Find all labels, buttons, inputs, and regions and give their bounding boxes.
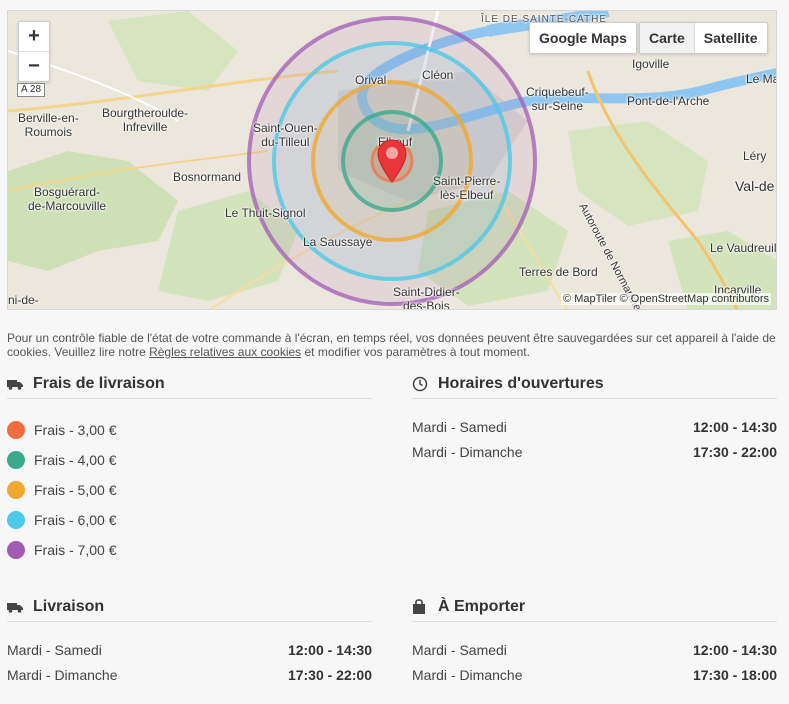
zone-color-dot — [7, 421, 25, 439]
hours-row: Mardi - Dimanche 17:30 - 18:00 — [412, 663, 777, 688]
delivery-zone-map[interactable]: ÎLE DE SAINTE-CATHE Igoville Le Manc Ber… — [7, 10, 777, 310]
zoom-control: + − — [18, 21, 50, 82]
place-label: La Saussaye — [303, 235, 373, 249]
hours-row: Mardi - Samedi 12:00 - 14:30 — [7, 638, 372, 663]
hours-row: Mardi - Samedi 12:00 - 14:30 — [412, 638, 777, 663]
map-attribution: © MapTiler © OpenStreetMap contributors — [561, 293, 771, 305]
opening-hours-title: Horaires d'ouvertures — [412, 370, 777, 399]
legend-label: Frais - 5,00 € — [34, 482, 117, 498]
legend-item: Frais - 7,00 € — [7, 535, 372, 565]
legend-label: Frais - 7,00 € — [34, 542, 117, 558]
truck-icon — [7, 599, 23, 615]
hours-days: Mardi - Samedi — [412, 419, 507, 435]
hours-time: 12:00 - 14:30 — [692, 419, 777, 435]
legend-item: Frais - 4,00 € — [7, 445, 372, 475]
hours-days: Mardi - Samedi — [7, 642, 102, 658]
place-label: Saint-Ouen- du-Tilleul — [253, 121, 318, 149]
zone-color-dot — [7, 451, 25, 469]
place-label: Bosguérard- de-Marcouville — [28, 185, 107, 213]
opening-hours-title-label: Horaires d'ouvertures — [438, 375, 604, 392]
clock-icon — [412, 376, 428, 392]
delivery-fees-title-label: Frais de livraison — [33, 375, 165, 392]
hours-days: Mardi - Dimanche — [412, 444, 523, 460]
place-label: Cléon — [422, 68, 454, 82]
hours-row: Mardi - Dimanche 17:30 - 22:00 — [7, 663, 372, 688]
legend-label: Frais - 6,00 € — [34, 512, 117, 528]
legend-item: Frais - 5,00 € — [7, 475, 372, 505]
delivery-hours-section: Livraison Mardi - Samedi 12:00 - 14:30 Ma… — [7, 593, 372, 688]
cookie-notice: Pour un contrôle fiable de l'état de vot… — [7, 331, 782, 359]
place-label: Terres de Bord — [519, 265, 598, 279]
legend-item: Frais - 3,00 € — [7, 415, 372, 445]
hours-time: 17:30 - 22:00 — [287, 667, 372, 683]
hours-time: 17:30 - 22:00 — [692, 444, 777, 460]
place-label: Le Thuit-Signol — [225, 206, 306, 220]
place-label: Bourgtheroulde- Infreville — [102, 106, 189, 134]
hours-days: Mardi - Dimanche — [7, 667, 118, 683]
place-label: Le Vaudreuil — [710, 241, 777, 255]
place-label: Orival — [355, 73, 387, 87]
truck-icon — [7, 376, 23, 392]
cookie-text-after: et modifier vos paramètres à tout moment… — [301, 345, 530, 359]
delivery-fees-section: Frais de livraison Frais - 3,00 € Frais … — [7, 370, 372, 565]
shopping-bag-icon — [412, 599, 428, 615]
map-type-carte-button[interactable]: Carte — [640, 23, 694, 53]
road-shield: A 28 — [17, 83, 46, 97]
location-pin-icon[interactable] — [377, 139, 407, 183]
hours-days: Mardi - Dimanche — [412, 667, 523, 683]
place-label: Criquebeuf- sur-Seine — [526, 85, 589, 113]
cookie-policy-link[interactable]: Règles relatives aux cookies — [149, 345, 301, 359]
zone-color-dot — [7, 541, 25, 559]
takeaway-hours-title-label: À Emporter — [438, 598, 526, 615]
place-label: Saint-Didier- des-Bois — [393, 285, 460, 310]
zone-color-dot — [7, 481, 25, 499]
delivery-fees-legend: Frais - 3,00 € Frais - 4,00 € Frais - 5,… — [7, 415, 372, 565]
hours-row: Mardi - Samedi 12:00 - 14:30 — [412, 415, 777, 440]
map-type-toggle: Carte Satellite — [639, 22, 768, 54]
zone-color-dot — [7, 511, 25, 529]
zoom-out-button[interactable]: − — [19, 51, 49, 81]
zoom-in-button[interactable]: + — [19, 22, 49, 51]
hours-row: Mardi - Dimanche 17:30 - 22:00 — [412, 440, 777, 465]
place-label: Igoville — [632, 57, 670, 71]
delivery-hours-title-label: Livraison — [33, 598, 105, 615]
hours-time: 12:00 - 14:30 — [287, 642, 372, 658]
place-label: Le Manc — [746, 72, 776, 86]
opening-hours-section: Horaires d'ouvertures Mardi - Samedi 12:0… — [412, 370, 777, 465]
legend-item: Frais - 6,00 € — [7, 505, 372, 535]
delivery-hours-title: Livraison — [7, 593, 372, 622]
takeaway-hours-title: À Emporter — [412, 593, 777, 622]
hours-time: 12:00 - 14:30 — [692, 642, 777, 658]
place-label: Val-de — [735, 178, 775, 194]
place-label: Pont-de-l'Arche — [627, 94, 710, 108]
place-label: Saint-Pierre- lès-Elbeuf — [433, 174, 501, 202]
place-label: Berville-en- Roumois — [18, 111, 79, 139]
legend-label: Frais - 4,00 € — [34, 452, 117, 468]
legend-label: Frais - 3,00 € — [34, 422, 117, 438]
takeaway-hours-section: À Emporter Mardi - Samedi 12:00 - 14:30 M… — [412, 593, 777, 688]
delivery-fees-title: Frais de livraison — [7, 370, 372, 399]
google-maps-button[interactable]: Google Maps — [529, 22, 637, 54]
place-label: ni-de- — [8, 293, 39, 307]
map-type-satellite-button[interactable]: Satellite — [693, 23, 767, 53]
hours-days: Mardi - Samedi — [412, 642, 507, 658]
place-label: Léry — [743, 149, 767, 163]
place-label: Bosnormand — [173, 170, 242, 184]
hours-time: 17:30 - 18:00 — [692, 667, 777, 683]
